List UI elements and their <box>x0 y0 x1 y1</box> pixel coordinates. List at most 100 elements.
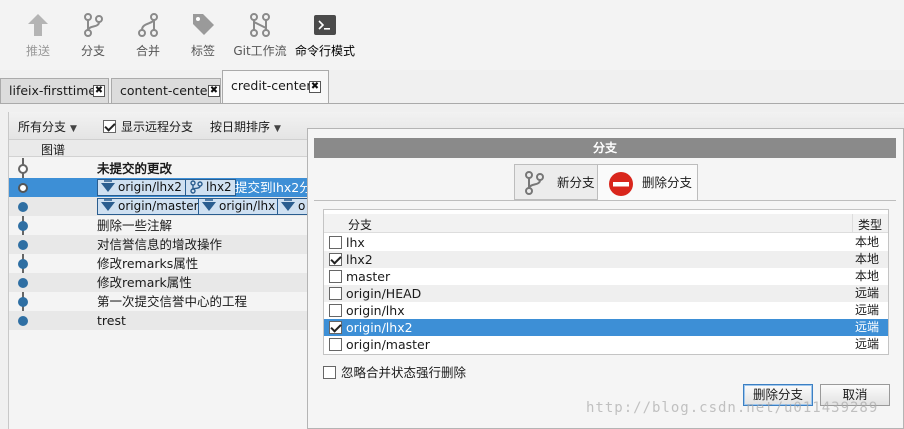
branch-type: 远端 <box>855 337 880 351</box>
terminal-label: 命令行模式 <box>294 44 355 58</box>
column-branch[interactable]: 分支 <box>348 216 372 233</box>
close-icon[interactable]: ✖ <box>309 81 321 93</box>
branch-name: lhx <box>346 235 365 250</box>
terminal-button[interactable]: 命令行模式 <box>294 12 356 59</box>
branch-checkbox[interactable] <box>329 304 342 317</box>
branch-checkbox[interactable] <box>329 236 342 249</box>
no-entry-icon <box>609 172 633 196</box>
branch-list: 分支 类型 lhx 本地 lhx2 本地 master 本地 origin/HE… <box>323 209 889 355</box>
commit-message: 提交到lhx2分 <box>235 180 312 195</box>
remote-ref-icon <box>101 180 115 192</box>
branch-row[interactable]: lhx 本地 <box>324 234 888 251</box>
commit-node <box>18 297 28 307</box>
branch-list-header: 分支 类型 <box>324 214 888 233</box>
branch-checkbox[interactable] <box>329 270 342 283</box>
tab-label: content-center <box>120 83 213 98</box>
local-branch-ref[interactable]: lhx2 <box>185 179 236 196</box>
commit-node <box>18 278 28 288</box>
branch-row[interactable]: origin/HEAD 远端 <box>324 285 888 302</box>
tab-delete-branch[interactable]: 删除分支 <box>597 164 698 200</box>
branch-name: origin/HEAD <box>346 286 422 301</box>
branch-row[interactable]: origin/master 远端 <box>324 336 888 353</box>
tabbar-divider <box>0 103 904 104</box>
commit-message: 修改remarks属性 <box>97 256 199 271</box>
tab-label: credit-center <box>231 78 312 93</box>
branch-name: lhx2 <box>346 252 373 267</box>
commit-message: 修改remark属性 <box>97 275 192 290</box>
commit-node <box>18 240 28 250</box>
push-label: 推送 <box>25 44 50 58</box>
remote-branch-ref[interactable]: o <box>277 198 308 215</box>
sort-dropdown[interactable]: 按日期排序 ▼ <box>210 118 281 135</box>
branch-type: 远端 <box>855 286 880 300</box>
graph-header-label: 图谱 <box>41 143 66 157</box>
branch-checkbox[interactable] <box>329 287 342 300</box>
branch-row[interactable]: origin/lhx2 远端 <box>324 319 888 336</box>
tag-label: 标签 <box>190 44 215 58</box>
branch-button[interactable]: 分支 <box>65 12 121 59</box>
push-icon <box>28 14 48 36</box>
branch-checkbox[interactable] <box>329 253 342 266</box>
tab-label: lifeix-firsttime <box>9 83 97 98</box>
show-remote-toggle[interactable]: 显示远程分支 <box>103 118 193 135</box>
branch-checkbox[interactable] <box>329 321 342 334</box>
gitflow-icon <box>250 13 270 37</box>
branch-type: 远端 <box>855 303 880 317</box>
merge-button[interactable]: 合并 <box>120 12 176 59</box>
show-remote-checkbox[interactable] <box>103 120 116 133</box>
show-remote-label: 显示远程分支 <box>121 120 194 134</box>
commit-message: trest <box>97 313 126 328</box>
commit-message: 删除一些注解 <box>97 218 173 233</box>
gitflow-button[interactable]: Git工作流 <box>231 12 289 59</box>
commit-node <box>18 202 28 212</box>
column-type[interactable]: 类型 <box>858 216 882 233</box>
sort-label: 按日期排序 <box>210 120 271 134</box>
gitflow-label: Git工作流 <box>233 44 287 58</box>
remote-ref-icon <box>202 199 216 211</box>
chevron-down-icon: ▼ <box>274 124 281 134</box>
branch-filter-dropdown[interactable]: 所有分支 ▼ <box>18 118 77 135</box>
tag-icon <box>193 14 214 35</box>
branch-icon <box>525 171 544 195</box>
tab-delete-branch-label: 删除分支 <box>642 175 693 190</box>
branch-row[interactable]: lhx2 本地 <box>324 251 888 268</box>
remote-branch-ref[interactable]: origin/lhx2 <box>97 179 186 196</box>
close-icon[interactable]: ✖ <box>93 85 105 97</box>
branch-name: origin/lhx2 <box>346 320 413 335</box>
repo-tabs: lifeix-firsttime ✖ content-center ✖ cred… <box>0 70 904 104</box>
commit-node <box>18 221 28 231</box>
remote-ref-icon <box>281 199 295 211</box>
commit-node <box>18 183 28 193</box>
branch-dialog: 分支 新分支 删除分支 分支 类型 lhx 本地 lhx2 本地 master … <box>307 128 904 429</box>
tab-content-center[interactable]: content-center ✖ <box>111 78 221 103</box>
tab-credit-center[interactable]: credit-center ✖ <box>222 70 329 104</box>
commit-node <box>18 316 28 326</box>
branch-checkbox[interactable] <box>329 338 342 351</box>
merge-icon <box>138 13 158 37</box>
tab-new-branch[interactable]: 新分支 <box>514 164 598 200</box>
commit-message: 对信誉信息的增改操作 <box>97 237 223 252</box>
branch-type: 本地 <box>855 235 880 249</box>
remote-branch-ref[interactable]: origin/lhx <box>198 198 280 215</box>
branch-label: 分支 <box>80 44 105 58</box>
branch-row[interactable]: origin/lhx 远端 <box>324 302 888 319</box>
branch-name: master <box>346 269 391 284</box>
chevron-down-icon: ▼ <box>70 124 77 134</box>
force-delete-option[interactable]: 忽略合并状态强行删除 <box>323 362 466 381</box>
tag-button[interactable]: 标签 <box>175 12 231 59</box>
commit-node <box>18 164 28 174</box>
tab-lifeix-firsttime[interactable]: lifeix-firsttime ✖ <box>0 78 109 103</box>
branch-row[interactable]: master 本地 <box>324 268 888 285</box>
close-icon[interactable]: ✖ <box>208 85 220 97</box>
branch-type: 远端 <box>855 320 880 334</box>
column-divider <box>852 214 853 232</box>
terminal-icon <box>314 15 336 35</box>
force-delete-checkbox[interactable] <box>323 366 336 379</box>
branch-type: 本地 <box>855 252 880 266</box>
watermark: http://blog.csdn.net/u011439289 <box>586 400 879 416</box>
push-button[interactable]: 推送 <box>10 12 66 59</box>
force-delete-label: 忽略合并状态强行删除 <box>341 365 467 380</box>
remote-ref-icon <box>101 199 115 211</box>
branch-name: origin/master <box>346 337 430 352</box>
remote-branch-ref[interactable]: origin/master <box>97 198 203 215</box>
